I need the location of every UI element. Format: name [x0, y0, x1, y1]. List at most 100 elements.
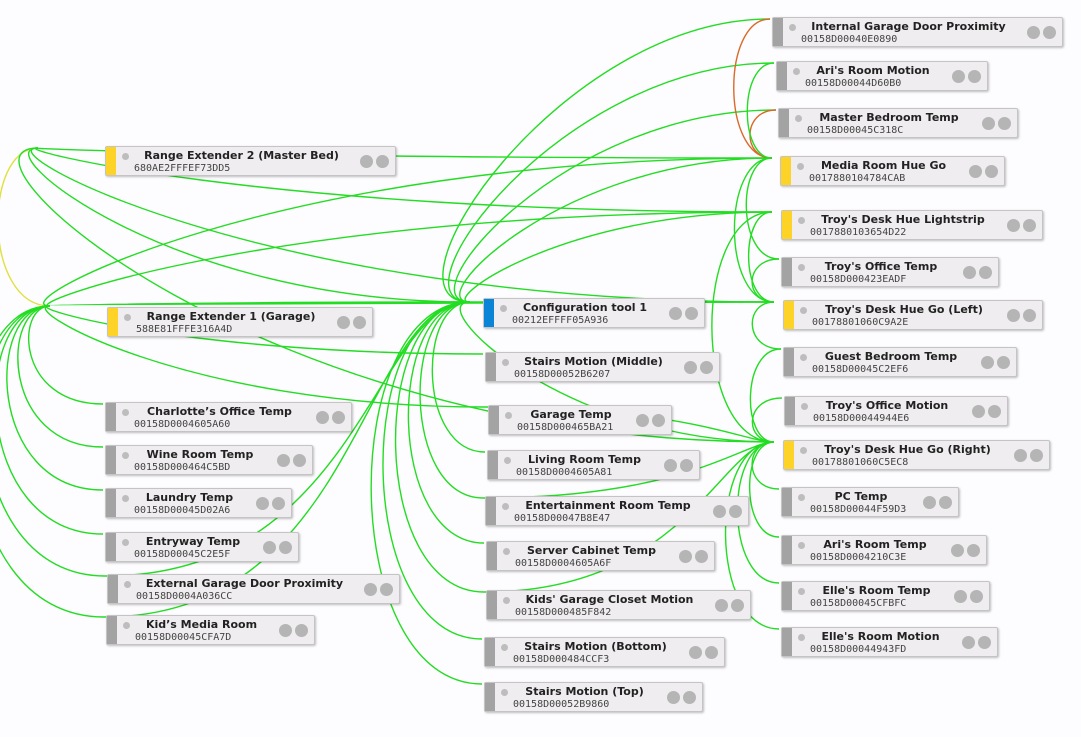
link-line	[0, 305, 106, 577]
device-node[interactable]: Troy's Office Motion 00158D00044944E6	[784, 396, 1008, 426]
device-ieee-address: 00158D000464C5BD	[134, 462, 231, 473]
device-ieee-address: 00158D000485F842	[515, 607, 612, 618]
indicator-icon	[923, 496, 936, 509]
device-ieee-address: 00158D00044F59D3	[810, 504, 907, 515]
device-name: Troy's Desk Hue Go (Right)	[824, 443, 991, 456]
status-dot-icon	[503, 548, 510, 555]
device-ieee-address: 00158D00045C2E5F	[134, 549, 231, 560]
indicator-icon	[731, 599, 744, 612]
device-type-bar	[781, 157, 791, 185]
indicator-icon	[664, 459, 677, 472]
device-name: Living Room Temp	[528, 453, 641, 466]
indicator-icon	[295, 624, 308, 637]
link-line	[0, 305, 104, 535]
device-type-bar	[107, 616, 117, 644]
device-ieee-address: 00158D00047B8E47	[514, 513, 611, 524]
device-ieee-address: 00178801060C9A2E	[812, 317, 909, 328]
device-name: Stairs Motion (Middle)	[524, 355, 663, 368]
indicator-icon	[967, 544, 980, 557]
device-ieee-address: 00158D0004605A6F	[515, 558, 612, 569]
device-node[interactable]: Troy's Desk Hue Lightstrip 0017880103654…	[781, 210, 1043, 240]
indicator-icon	[263, 541, 276, 554]
status-dot-icon	[504, 457, 511, 464]
indicator-icon	[979, 266, 992, 279]
device-node[interactable]: Media Room Hue Go 0017880104784CAB	[780, 156, 1005, 186]
device-name: Kids' Garage Closet Motion	[525, 593, 694, 606]
status-dot-icon	[502, 503, 509, 510]
device-node[interactable]: Ari's Room Temp 00158D0004210C3E	[781, 535, 987, 565]
device-name: Guest Bedroom Temp	[824, 350, 958, 363]
device-node[interactable]: PC Temp 00158D00044F59D3	[781, 487, 959, 517]
device-name: Configuration tool 1	[522, 301, 648, 314]
device-name: Ari's Room Motion	[816, 64, 930, 77]
device-name: Entryway Temp	[145, 535, 241, 548]
device-node[interactable]: Ari's Room Motion 00158D00044D60B0	[776, 61, 988, 91]
device-node[interactable]: Laundry Temp 00158D00045D02A6	[105, 488, 292, 518]
indicator-icon	[636, 414, 649, 427]
indicator-icon	[364, 583, 377, 596]
indicator-icon	[952, 70, 965, 83]
device-ieee-address: 00158D0004210C3E	[810, 552, 907, 563]
device-node[interactable]: Stairs Motion (Middle) 00158D00052B6207	[485, 352, 720, 382]
device-node[interactable]: Master Bedroom Temp 00158D00045C318C	[778, 108, 1018, 138]
device-ieee-address: 00158D00045C318C	[807, 125, 904, 136]
device-name: Media Room Hue Go	[820, 159, 947, 172]
device-node[interactable]: Range Extender 2 (Master Bed) 680AE2FFFE…	[105, 146, 396, 176]
device-node[interactable]: Kids' Garage Closet Motion 00158D000485F…	[486, 590, 751, 620]
indicator-icon	[1014, 449, 1027, 462]
device-node[interactable]: Range Extender 1 (Garage) 588E81FFFE316A…	[107, 307, 373, 337]
device-node[interactable]: External Garage Door Proximity 00158D000…	[107, 574, 400, 604]
device-name: Internal Garage Door Proximity	[811, 20, 1006, 33]
indicator-icon	[715, 599, 728, 612]
device-ieee-address: 00158D0004605A60	[134, 419, 231, 430]
device-ieee-address: 588E81FFFE316A4D	[136, 324, 233, 335]
device-node[interactable]: Entryway Temp 00158D00045C2E5F	[105, 532, 299, 562]
indicator-icon	[316, 411, 329, 424]
device-node[interactable]: Troy's Desk Hue Go (Right) 00178801060C5…	[783, 440, 1050, 470]
device-node[interactable]: Internal Garage Door Proximity 00158D000…	[772, 17, 1063, 47]
indicator-icon	[680, 459, 693, 472]
indicator-icon	[1007, 219, 1020, 232]
device-node[interactable]: Elle's Room Motion 00158D00044943FD	[781, 627, 998, 657]
device-node[interactable]: Living Room Temp 00158D0004605A81	[487, 450, 700, 480]
link-line	[370, 301, 483, 685]
device-node[interactable]: Troy's Desk Hue Go (Left) 00178801060C9A…	[783, 300, 1043, 330]
device-node[interactable]: Kid’s Media Room 00158D00045CFA7D	[106, 615, 315, 645]
device-ieee-address: 00158D00045D02A6	[134, 505, 231, 516]
device-name: Troy's Office Temp	[824, 260, 938, 273]
device-type-bar	[108, 575, 118, 603]
link-line	[0, 305, 105, 618]
device-type-bar	[777, 62, 787, 90]
status-dot-icon	[124, 581, 131, 588]
device-name: Stairs Motion (Bottom)	[524, 640, 667, 653]
indicator-icon	[683, 691, 696, 704]
link-line	[749, 441, 780, 538]
device-node[interactable]: Guest Bedroom Temp 00158D00045C2EF6	[783, 347, 1017, 377]
device-node[interactable]: Entertainment Room Temp 00158D00047B8E47	[485, 496, 749, 526]
link-line	[711, 211, 775, 443]
device-node[interactable]: Troy's Office Temp 00158D000423EADF	[781, 257, 999, 287]
device-type-bar	[488, 451, 498, 479]
device-type-bar	[785, 397, 795, 425]
link-line	[46, 211, 773, 307]
indicator-icon	[970, 590, 983, 603]
device-node[interactable]: Wine Room Temp 00158D000464C5BD	[105, 445, 313, 475]
device-type-bar	[782, 258, 792, 286]
device-node[interactable]: Stairs Motion (Top) 00158D00052B9860	[484, 682, 703, 712]
device-node[interactable]: Configuration tool 1 00212EFFFF05A936	[483, 298, 705, 328]
indicator-icon	[684, 361, 697, 374]
device-node[interactable]: Garage Temp 00158D000465BA21	[488, 405, 672, 435]
device-node[interactable]: Server Cabinet Temp 00158D0004605A6F	[486, 541, 715, 571]
device-node[interactable]: Elle's Room Temp 00158D00045CFBFC	[781, 581, 990, 611]
device-node[interactable]: Charlotte’s Office Temp 00158D0004605A60	[105, 402, 352, 432]
status-dot-icon	[123, 622, 130, 629]
indicator-icon	[1043, 26, 1056, 39]
link-line	[43, 157, 773, 307]
device-type-bar	[486, 353, 496, 381]
indicator-icon	[963, 266, 976, 279]
status-dot-icon	[501, 644, 508, 651]
device-ieee-address: 00212EFFFF05A936	[512, 315, 609, 326]
device-node[interactable]: Stairs Motion (Bottom) 00158D000484CCF3	[484, 637, 725, 667]
indicator-icon	[972, 405, 985, 418]
indicator-icon	[679, 550, 692, 563]
